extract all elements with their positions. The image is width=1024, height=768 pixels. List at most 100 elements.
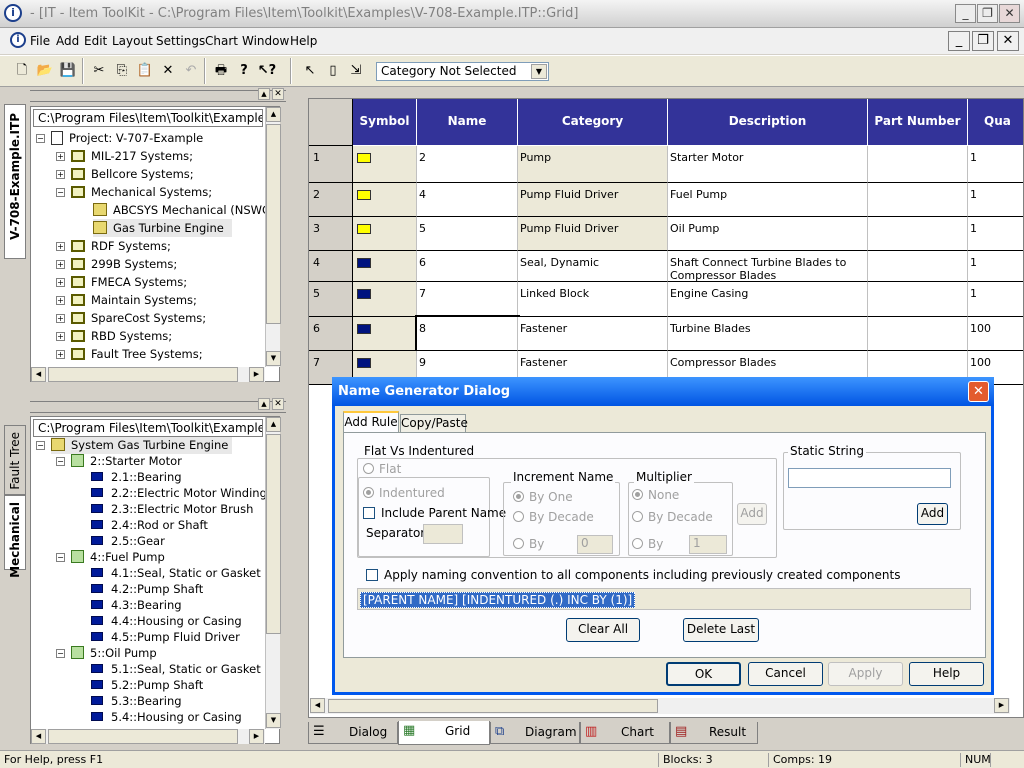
tree-item-fmeca[interactable]: FMECA Systems; <box>71 273 187 291</box>
collapse-icon[interactable]: − <box>56 553 65 562</box>
undo-icon[interactable]: ↶ <box>181 61 201 81</box>
save-icon[interactable]: 💾 <box>58 61 78 81</box>
tree-item-abcsys[interactable]: ABCSYS Mechanical (NSWC-S <box>93 201 265 219</box>
tree-item-part[interactable]: 5.4::Housing or Casing <box>91 708 242 726</box>
col-header-symbol[interactable]: Symbol <box>353 99 417 145</box>
clear-all-button[interactable]: Clear All <box>566 618 640 642</box>
expand-icon[interactable]: + <box>56 260 65 269</box>
expand-icon[interactable]: + <box>56 152 65 161</box>
static-string-input[interactable] <box>788 468 951 488</box>
collapse-icon[interactable]: − <box>56 188 65 197</box>
add-increment-button[interactable]: Add <box>737 503 767 525</box>
part-cell[interactable] <box>868 282 968 317</box>
col-header-description[interactable]: Description <box>668 99 868 145</box>
open-icon[interactable]: 📂 <box>35 61 55 81</box>
row-number[interactable]: 6 <box>309 317 353 351</box>
dialog-close-icon[interactable]: ✕ <box>968 381 989 402</box>
menu-edit[interactable]: Edit <box>84 34 107 48</box>
symbol-cell[interactable] <box>353 146 417 183</box>
tree2-vscroll[interactable]: ▲ ▼ <box>265 417 281 729</box>
tree1-hscroll[interactable]: ◀ ▶ <box>31 367 265 382</box>
app-icon[interactable]: i <box>4 4 22 22</box>
qty-cell[interactable]: 1 <box>968 217 1023 251</box>
delete-icon[interactable]: ✕ <box>158 61 178 81</box>
part-cell[interactable] <box>868 217 968 251</box>
expand-icon[interactable]: + <box>56 350 65 359</box>
delete-last-button[interactable]: Delete Last <box>683 618 759 642</box>
row-number[interactable]: 3 <box>309 217 353 251</box>
scroll-thumb[interactable] <box>328 699 658 713</box>
col-header-category[interactable]: Category <box>518 99 668 145</box>
qty-cell[interactable]: 100 <box>968 317 1023 351</box>
panel1-grip[interactable] <box>30 90 286 102</box>
checkbox-include-parent[interactable]: Include Parent Name <box>363 506 506 520</box>
symbol-cell[interactable] <box>353 183 417 217</box>
expand-icon[interactable]: + <box>56 314 65 323</box>
radio-mult-by-decade[interactable]: By Decade <box>632 510 713 524</box>
static-add-button[interactable]: Add <box>917 503 948 525</box>
multiplier-by-field[interactable]: 1 <box>689 535 727 554</box>
description-cell[interactable]: Turbine Blades <box>668 317 868 351</box>
expand-icon[interactable]: + <box>56 296 65 305</box>
tab-diagram[interactable]: ⧉ Diagram <box>490 722 580 744</box>
tab-dialog[interactable]: ☰ Dialog <box>308 722 398 744</box>
description-cell[interactable]: Engine Casing <box>668 282 868 317</box>
collapse-icon[interactable]: − <box>36 441 45 450</box>
name-cell[interactable]: 5 <box>417 217 518 251</box>
tree-item-299b[interactable]: 299B Systems; <box>71 255 177 273</box>
tab-chart[interactable]: ▥ Chart <box>580 722 670 744</box>
side-tab-fault-tree[interactable]: Fault Tree <box>4 425 26 495</box>
qty-cell[interactable]: 1 <box>968 146 1023 183</box>
scroll-thumb[interactable] <box>266 434 281 634</box>
tree-item-rdf[interactable]: RDF Systems; <box>71 237 171 255</box>
scroll-left-icon[interactable]: ◀ <box>31 729 46 744</box>
side-tab-mechanical[interactable]: Mechanical <box>4 495 26 578</box>
part-cell[interactable] <box>868 183 968 217</box>
scroll-up-icon[interactable]: ▲ <box>266 107 281 122</box>
description-cell[interactable]: Shaft Connect Turbine Blades to Compress… <box>668 251 868 282</box>
scroll-up-icon[interactable]: ▲ <box>266 417 281 432</box>
restore-icon[interactable]: ❐ <box>977 4 998 23</box>
tree-item-mechanical[interactable]: Mechanical Systems; <box>71 183 212 201</box>
pointer-icon[interactable]: ↖ <box>300 61 320 81</box>
symbol-cell[interactable] <box>353 251 417 282</box>
scroll-right-icon[interactable]: ▶ <box>249 367 264 382</box>
category-cell[interactable]: Fastener <box>518 317 668 351</box>
apply-button[interactable]: Apply <box>828 662 903 686</box>
rule-list[interactable]: [PARENT NAME] [INDENTURED (.) INC BY (1)… <box>357 588 971 610</box>
tree-item-mil217[interactable]: MIL-217 Systems; <box>71 147 193 165</box>
col-header-quantity[interactable]: Qua <box>968 99 1023 145</box>
scroll-thumb[interactable] <box>266 124 281 324</box>
description-cell[interactable]: Oil Pump <box>668 217 868 251</box>
category-cell[interactable]: Pump Fluid Driver <box>518 217 668 251</box>
tree1-vscroll[interactable]: ▲ ▼ <box>265 107 281 367</box>
qty-cell[interactable]: 1 <box>968 282 1023 317</box>
tree2-hscroll[interactable]: ◀ ▶ <box>31 729 265 744</box>
scroll-thumb[interactable] <box>48 367 238 382</box>
copy-icon[interactable]: ⎘ <box>112 61 132 81</box>
expand-icon[interactable]: + <box>56 170 65 179</box>
add-child-icon[interactable]: ⇲ <box>346 61 366 81</box>
tree-item-fault-tree[interactable]: Fault Tree Systems; <box>71 345 203 363</box>
radio-mult-by[interactable]: By <box>632 537 663 551</box>
category-cell[interactable]: Pump Fluid Driver <box>518 183 668 217</box>
rule-item-selected[interactable]: [PARENT NAME] [INDENTURED (.) INC BY (1)… <box>360 592 636 608</box>
name-cell[interactable]: 7 <box>417 282 518 317</box>
col-header-part-number[interactable]: Part Number <box>868 99 968 145</box>
row-number[interactable]: 4 <box>309 251 353 282</box>
mdi-minimize-icon[interactable]: _ <box>948 31 970 51</box>
close-icon[interactable]: ✕ <box>999 4 1020 23</box>
name-cell[interactable]: 6 <box>417 251 518 282</box>
radio-by[interactable]: By <box>513 537 544 551</box>
symbol-cell[interactable] <box>353 317 417 351</box>
tab-result[interactable]: ▤ Result <box>670 722 758 744</box>
menu-help[interactable]: Help <box>290 34 317 48</box>
add-block-icon[interactable]: ▯ <box>323 61 343 81</box>
tree-item-maintain[interactable]: Maintain Systems; <box>71 291 197 309</box>
scroll-down-icon[interactable]: ▼ <box>266 713 281 728</box>
menu-chart[interactable]: Chart <box>205 34 238 48</box>
dialog-tab-add-rule[interactable]: Add Rule <box>343 411 399 433</box>
category-combo[interactable]: Category Not Selected ▼ <box>376 62 549 81</box>
radio-flat[interactable]: Flat <box>363 462 401 476</box>
paste-icon[interactable]: 📋 <box>135 61 155 81</box>
